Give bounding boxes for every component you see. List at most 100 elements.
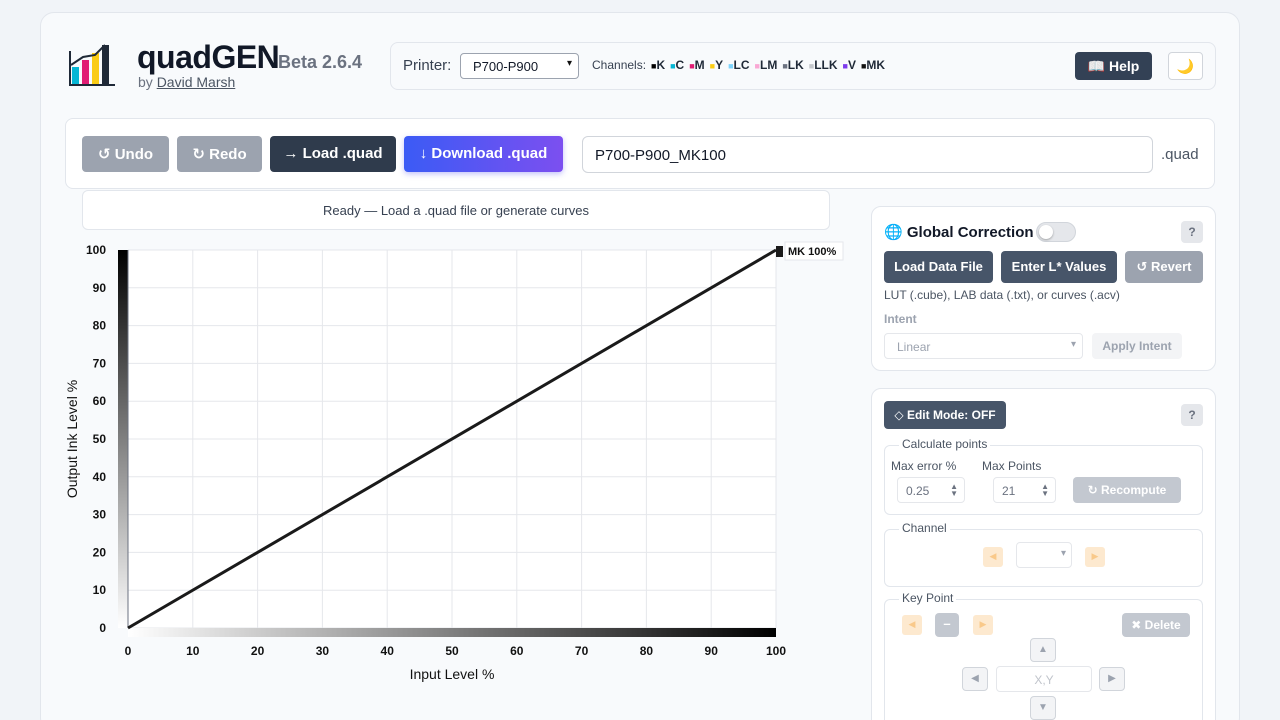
next-channel-button[interactable]: ▶	[1085, 547, 1105, 567]
author-link[interactable]: David Marsh	[157, 74, 236, 90]
help-button[interactable]: 📖 Help	[1075, 52, 1152, 80]
app-title: quadGEN	[137, 39, 280, 75]
status-message: Ready — Load a .quad file or generate cu…	[82, 190, 830, 230]
theme-toggle-button[interactable]: 🌙	[1168, 52, 1203, 80]
chart-svg[interactable]: 0 10 20 30 40 50 60 70 80 90 100 0 10 20 30 40 50 60 70 80 9…	[41, 233, 861, 713]
nudge-up-button[interactable]: ▲	[1030, 638, 1056, 662]
calculate-points-legend: Calculate points	[899, 437, 991, 451]
undo-button[interactable]: ↺ Undo	[82, 136, 169, 172]
printer-label: Printer:	[403, 57, 452, 74]
global-correction-title: 🌐 Global Correction	[884, 224, 1034, 241]
x-tick-label: 100	[766, 644, 786, 658]
revert-button[interactable]: ↺ Revert	[1125, 251, 1203, 283]
y-tick-label: 60	[93, 394, 107, 408]
nudge-right-button[interactable]: ▶	[1099, 667, 1125, 691]
chevron-down-icon: ▾	[1060, 548, 1066, 559]
y-tick-label: 90	[93, 281, 107, 295]
prev-channel-button[interactable]: ◀	[983, 547, 1003, 567]
curve-chart[interactable]: 0 10 20 30 40 50 60 70 80 90 100 0 10 20 30 40 50 60 70 80 9…	[41, 233, 861, 713]
redo-button[interactable]: ↻ Redo	[177, 136, 262, 172]
channel-y: ■Y	[710, 58, 723, 72]
moon-icon: 🌙	[1176, 58, 1195, 74]
enter-l-values-button[interactable]: Enter L* Values	[1001, 251, 1117, 283]
x-tick-label: 10	[186, 644, 200, 658]
channel-name: LLK	[814, 58, 838, 72]
arrow-down-icon: ▼	[1038, 702, 1048, 713]
intent-select-value: Linear	[897, 340, 931, 354]
global-correction-panel: 🌐 Global Correction ? Load Data File Ent…	[871, 206, 1216, 371]
globe-icon: 🌐	[884, 224, 903, 241]
xy-input[interactable]: X,Y	[996, 666, 1092, 692]
channel-lm: ■LM	[755, 58, 778, 72]
prev-point-button[interactable]: ◀	[902, 615, 922, 635]
channel-name: LK	[787, 58, 804, 72]
channel-list: ■K ■C ■M ■Y ■LC ■LM ■LK ■LLK ■V ■MK	[651, 58, 885, 72]
byline: by David Marsh	[138, 74, 235, 90]
chevron-down-icon: ▾	[566, 58, 572, 69]
max-error-label: Max error %	[891, 459, 957, 473]
channel-name: M	[694, 58, 705, 72]
calculate-points-group: Calculate points Max error % 0.25 ▲ ▼ Max…	[884, 437, 1203, 515]
global-correction-toggle[interactable]	[1036, 222, 1076, 242]
channel-mk: ■MK	[861, 58, 885, 72]
channel-lk: ■LK	[782, 58, 803, 72]
channel-v: ■V	[843, 58, 856, 72]
y-tick-label: 20	[93, 545, 107, 559]
global-correction-help-button[interactable]: ?	[1181, 221, 1203, 243]
apply-intent-button[interactable]: Apply Intent	[1092, 333, 1182, 359]
x-tick-label: 90	[705, 644, 719, 658]
y-tick-label: 40	[93, 470, 107, 484]
x-tick-label: 70	[575, 644, 589, 658]
y-tick-label: 70	[93, 356, 107, 370]
load-quad-button[interactable]: → Load .quad	[270, 136, 396, 172]
input-gradient-ramp	[128, 628, 776, 637]
download-quad-button[interactable]: ↓ Download .quad	[404, 136, 563, 172]
app-version: Beta 2.6.4	[278, 52, 363, 72]
channel-name: MK	[866, 58, 886, 72]
edit-mode-help-button[interactable]: ?	[1181, 404, 1203, 426]
printer-select-value: P700-P900	[473, 59, 539, 74]
channel-m: ■M	[689, 58, 704, 72]
channel-lc: ■LC	[728, 58, 749, 72]
load-data-file-button[interactable]: Load Data File	[884, 251, 993, 283]
channel-legend: Channel	[899, 521, 950, 535]
nudge-down-button[interactable]: ▼	[1030, 696, 1056, 720]
max-error-input[interactable]: 0.25 ▲ ▼	[897, 477, 965, 503]
x-tick-label: 50	[445, 644, 459, 658]
next-point-button[interactable]: ▶	[973, 615, 993, 635]
printer-select[interactable]: P700-P900 ▾	[460, 53, 579, 79]
channel-k: ■K	[651, 58, 665, 72]
nudge-left-button[interactable]: ◀	[962, 667, 988, 691]
edit-mode-panel: ◇ Edit Mode: OFF ? Calculate points Max …	[871, 388, 1216, 720]
chevron-down-icon: ▾	[1070, 339, 1076, 350]
series-end-marker	[776, 246, 783, 257]
channel-name: C	[675, 58, 685, 72]
remove-point-button[interactable]: –	[935, 613, 959, 637]
intent-select[interactable]: Linear ▾	[884, 333, 1083, 359]
channel-c: ■C	[670, 58, 684, 72]
y-tick-label: 30	[93, 508, 107, 522]
x-tick-label: 60	[510, 644, 524, 658]
quadgen-logo	[69, 41, 119, 87]
x-tick-label: 80	[640, 644, 654, 658]
max-points-input[interactable]: 21 ▲ ▼	[993, 477, 1056, 503]
arrow-right-icon: ▶	[1108, 673, 1116, 684]
printer-panel: Printer: P700-P900 ▾ Channels: ■K ■C ■M ■Y ■…	[390, 42, 1216, 90]
y-axis-label: Output Ink Level %	[64, 380, 80, 498]
channel-name: V	[847, 58, 856, 72]
channel-name: K	[656, 58, 666, 72]
filename-extension: .quad	[1161, 146, 1199, 163]
channels-label: Channels:	[592, 58, 647, 72]
output-gradient-ramp	[118, 250, 128, 628]
channel-select[interactable]: ▾	[1016, 542, 1072, 568]
channel-name: Y	[715, 58, 724, 72]
delete-point-button[interactable]: ✖ Delete	[1122, 613, 1190, 637]
recompute-button[interactable]: ↻ Recompute	[1073, 477, 1181, 503]
edit-mode-toggle-button[interactable]: ◇ Edit Mode: OFF	[884, 401, 1006, 429]
channel-name: LM	[759, 58, 778, 72]
max-points-label: Max Points	[982, 459, 1042, 473]
x-axis-label: Input Level %	[410, 666, 495, 682]
x-tick-label: 20	[251, 644, 265, 658]
y-tick-label: 0	[99, 621, 106, 635]
filename-input[interactable]: P700-P900_MK100	[582, 136, 1153, 173]
